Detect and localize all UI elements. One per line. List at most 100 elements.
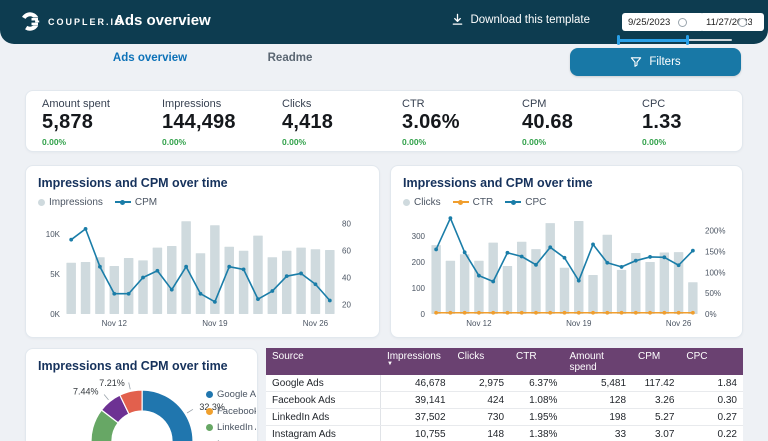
kpi-summary-card: Amount spent 5,878 0.00% Impressions 144… (25, 90, 743, 152)
donut-callout-label: 7.44% (73, 386, 99, 396)
svg-text:100: 100 (412, 284, 426, 293)
legend-dot-icon (206, 408, 213, 415)
legend-label: Google Ads (217, 389, 256, 400)
table-row[interactable]: Google Ads46,6782,9756.37%5,481117.421.8… (266, 375, 743, 392)
legend-line-icon (505, 198, 521, 206)
table-cell: 0.27 (680, 409, 743, 426)
table-row[interactable]: Facebook Ads39,1414241.08%1283.260.30 (266, 392, 743, 409)
legend-label: LinkedIn Ads (217, 422, 256, 433)
kpi-impressions: Impressions 144,498 0.00% (162, 91, 282, 151)
header-bar: COUPLER.IO Ads overview Download this te… (0, 0, 768, 44)
column-header-cpc[interactable]: CPC (680, 348, 743, 375)
slider-handle-left[interactable] (617, 35, 620, 45)
table-cell: 1.38% (510, 426, 563, 441)
table-cell: 5,481 (563, 375, 632, 392)
svg-text:80: 80 (342, 219, 351, 228)
chart-title: Impressions and CPM over time (38, 359, 245, 373)
download-template-button[interactable]: Download this template (451, 13, 590, 26)
legend-item-cpc[interactable]: CPC (505, 197, 546, 208)
legend-item-clicks[interactable]: Clicks (403, 197, 441, 208)
kpi-value: 40.68 (522, 111, 642, 134)
table-cell: 128 (563, 392, 632, 409)
donut-legend-item-linkedin-ads[interactable]: LinkedIn Ads (206, 422, 256, 433)
kpi-cpc: CPC 1.33 0.00% (642, 91, 762, 151)
table-cell: 0.22 (680, 426, 743, 441)
legend-label: Facebook A... (217, 406, 256, 417)
legend-label: CPC (525, 197, 546, 208)
slider-handle-right[interactable] (686, 35, 689, 45)
date-to-input[interactable] (700, 13, 764, 31)
table-cell: 37,502 (381, 409, 452, 426)
donut-legend-item-google-ads[interactable]: Google Ads (206, 389, 256, 400)
kpi-value: 4,418 (282, 111, 402, 134)
slider-selected-range[interactable] (617, 39, 687, 42)
table-cell: LinkedIn Ads (266, 409, 381, 426)
table-row[interactable]: LinkedIn Ads37,5027301.95%1985.270.27 (266, 409, 743, 426)
column-header-amount-spend[interactable]: Amount spend (563, 348, 632, 375)
legend-item-impressions[interactable]: Impressions (38, 197, 103, 208)
kpi-delta: 0.00% (522, 137, 642, 147)
kpi-delta: 0.00% (642, 137, 762, 147)
calendar-icon[interactable] (738, 18, 747, 27)
table-cell: 3.07 (632, 426, 680, 441)
legend-line-icon (453, 198, 469, 206)
svg-text:0%: 0% (705, 310, 717, 319)
kpi-value: 5,878 (42, 111, 162, 134)
kpi-label: Amount spent (42, 98, 162, 110)
legend-dot-icon (403, 199, 410, 206)
date-from-input[interactable] (622, 13, 704, 31)
coupler-logo[interactable]: COUPLER.IO (20, 11, 124, 32)
sources-table-card: SourceImpressions▼ClicksCTRAmount spendC… (266, 348, 743, 441)
kpi-amount-spent: Amount spent 5,878 0.00% (42, 91, 162, 151)
column-header-cpm[interactable]: CPM (632, 348, 680, 375)
legend-dot-icon (206, 424, 213, 431)
column-header-impressions[interactable]: Impressions▼ (381, 348, 452, 375)
svg-text:20: 20 (342, 301, 351, 310)
legend-item-cpm[interactable]: CPM (115, 197, 157, 208)
table-cell: Instagram Ads (266, 426, 381, 441)
table-cell: 424 (452, 392, 510, 409)
kpi-label: CTR (402, 98, 522, 110)
dashboard: COUPLER.IO Ads overview Download this te… (0, 0, 768, 441)
tab-bar: Ads overview Readme (0, 52, 560, 76)
table-cell: 3.26 (632, 392, 680, 409)
table-cell: 1.95% (510, 409, 563, 426)
kpi-cpm: CPM 40.68 0.00% (522, 91, 642, 151)
clicks-ctr-cpc-chart[interactable]: 01002003000%50%100%150%200%Nov 12Nov 19N… (403, 208, 730, 330)
chart-title: Impressions and CPM over time (38, 176, 367, 190)
kpi-value: 144,498 (162, 111, 282, 134)
table-cell: 5.27 (632, 409, 680, 426)
sources-table: SourceImpressions▼ClicksCTRAmount spendC… (266, 348, 743, 441)
svg-text:5K: 5K (50, 270, 60, 279)
legend-item-ctr[interactable]: CTR (453, 197, 494, 208)
filters-button[interactable]: Filters (570, 48, 741, 76)
coupler-logo-icon (20, 11, 41, 32)
table-cell: 198 (563, 409, 632, 426)
kpi-value: 1.33 (642, 111, 762, 134)
svg-text:150%: 150% (705, 248, 725, 257)
table-header: SourceImpressions▼ClicksCTRAmount spendC… (266, 348, 743, 375)
table-cell: 148 (452, 426, 510, 441)
calendar-icon[interactable] (678, 18, 687, 27)
sort-descending-icon: ▼ (387, 362, 446, 367)
svg-text:Nov 26: Nov 26 (303, 319, 329, 328)
svg-text:Nov 19: Nov 19 (566, 319, 592, 328)
table-cell: 46,678 (381, 375, 452, 392)
kpi-value: 3.06% (402, 111, 522, 134)
table-cell: 2,975 (452, 375, 510, 392)
svg-text:200: 200 (412, 258, 426, 267)
donut-slice-google-ads[interactable] (142, 390, 193, 441)
table-cell: 10,755 (381, 426, 452, 441)
column-header-ctr[interactable]: CTR (510, 348, 563, 375)
table-cell: 6.37% (510, 375, 563, 392)
tab-readme[interactable]: Readme (230, 52, 350, 64)
clicks-ctr-cpc-chart-card: Impressions and CPM over time ClicksCTRC… (390, 165, 743, 338)
table-cell: 39,141 (381, 392, 452, 409)
svg-text:Nov 12: Nov 12 (102, 319, 128, 328)
column-header-clicks[interactable]: Clicks (452, 348, 510, 375)
donut-legend-item-facebook-ads[interactable]: Facebook A... (206, 406, 256, 417)
table-row[interactable]: Instagram Ads10,7551481.38%333.070.22 (266, 426, 743, 441)
tab-ads-overview[interactable]: Ads overview (90, 52, 210, 64)
impressions-cpm-chart[interactable]: 0K5K10K20406080Nov 12Nov 19Nov 26 (38, 208, 367, 330)
column-header-source[interactable]: Source (266, 348, 381, 375)
